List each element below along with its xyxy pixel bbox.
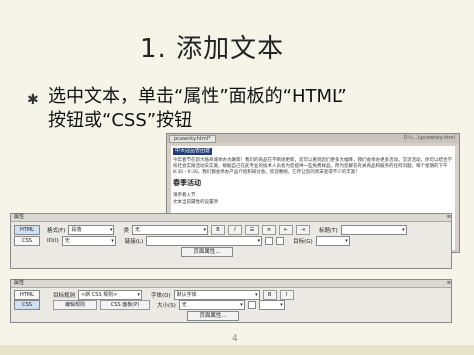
title-label: 标题(T) bbox=[318, 228, 338, 234]
panel-menu-icon[interactable]: ≡ bbox=[447, 214, 451, 221]
css-properties-panel: 属性 ≡ HTML CSS 目标规则 <新 CSS 规则> 字体(O) 默认字体… bbox=[10, 279, 452, 323]
document-tab[interactable]: pcawnky.html* bbox=[169, 134, 216, 143]
size-select[interactable]: 无 bbox=[178, 300, 245, 310]
ordered-list-button[interactable]: ≡ bbox=[261, 225, 276, 235]
outdent-button[interactable]: ⇤ bbox=[278, 225, 293, 235]
id-select[interactable]: 无 bbox=[61, 236, 116, 246]
title-input[interactable] bbox=[340, 225, 407, 235]
panel-menu-icon[interactable]: ≡ bbox=[447, 280, 451, 287]
panel-title: 属性 bbox=[14, 280, 25, 286]
target-label: 目标(G) bbox=[293, 239, 313, 245]
size-label: 大小(S) bbox=[157, 303, 176, 309]
italic-button[interactable]: I bbox=[279, 290, 294, 300]
page-properties-button[interactable]: 页面属性... bbox=[187, 311, 239, 321]
highlighted-text[interactable]: 中大冠品管团建 bbox=[173, 148, 213, 155]
html-properties-panel: 属性 ≡ HTML CSS 格式(F) 段落 类 无 B I ☰ ≡ ⇤ ⇥ 标… bbox=[10, 213, 452, 269]
panel-title: 属性 bbox=[14, 214, 25, 220]
target-select[interactable] bbox=[315, 236, 350, 246]
format-label: 格式(F) bbox=[47, 228, 66, 234]
bold-button[interactable]: B bbox=[210, 225, 225, 235]
bullet-text: 选中文本，单击“属性”面板的“HTML” 按钮或“CSS”按钮 bbox=[48, 85, 448, 133]
css-panel-button[interactable]: CSS 面板(P) bbox=[100, 300, 150, 310]
bullet-line-1: 选中文本，单击“属性”面板的“HTML” bbox=[48, 86, 347, 107]
page-number: 4 bbox=[232, 334, 238, 344]
document-path: D:\\...\\pcawnky.html bbox=[403, 135, 455, 141]
document-line-1: 请参看入节 bbox=[173, 193, 196, 198]
panel-header: 属性 ≡ bbox=[11, 214, 451, 222]
bullet-line-2: 按钮或“CSS”按钮 bbox=[48, 110, 193, 131]
color-input[interactable] bbox=[258, 300, 285, 310]
font-select[interactable]: 默认字体 bbox=[173, 290, 260, 300]
browse-folder-icon[interactable] bbox=[276, 237, 285, 245]
font-label: 字体(O) bbox=[151, 293, 171, 299]
format-select[interactable]: 段落 bbox=[68, 225, 115, 235]
bottom-band bbox=[0, 345, 474, 355]
html-mode-button[interactable]: HTML bbox=[14, 290, 40, 300]
id-label: ID(I) bbox=[47, 238, 59, 244]
bold-button[interactable]: B bbox=[262, 290, 277, 300]
italic-button[interactable]: I bbox=[227, 225, 242, 235]
slide-title: 1. 添加文本 bbox=[140, 34, 285, 64]
css-mode-button[interactable]: CSS bbox=[14, 236, 40, 246]
document-heading: 春季活动 bbox=[173, 179, 201, 187]
panel-header: 属性 ≡ bbox=[11, 280, 451, 288]
unordered-list-button[interactable]: ☰ bbox=[244, 225, 259, 235]
css-mode-button[interactable]: CSS bbox=[14, 300, 40, 310]
target-rule-select[interactable]: <新 CSS 规则> bbox=[78, 290, 143, 300]
edit-rule-button[interactable]: 编辑规则 bbox=[53, 300, 97, 310]
color-swatch-icon[interactable] bbox=[247, 301, 256, 309]
bullet-star-icon: ✱ bbox=[27, 92, 39, 108]
page-properties-button[interactable]: 页面属性... bbox=[181, 247, 233, 257]
target-rule-label: 目标规则 bbox=[53, 293, 76, 299]
link-label: 链接(L) bbox=[124, 239, 144, 245]
point-to-file-icon[interactable] bbox=[265, 237, 274, 245]
html-mode-button[interactable]: HTML bbox=[14, 225, 40, 235]
class-select[interactable]: 无 bbox=[131, 225, 208, 235]
document-paragraph: 今年春节在新大陆商城举办大酬宾！我们的商品在不断地更新，您可以看到您们更多大幅降… bbox=[173, 158, 452, 175]
class-label: 类 bbox=[123, 228, 129, 234]
link-input[interactable] bbox=[146, 236, 263, 246]
document-line-2: 文本当前属性的设置项 bbox=[173, 200, 218, 205]
indent-button[interactable]: ⇥ bbox=[295, 225, 310, 235]
